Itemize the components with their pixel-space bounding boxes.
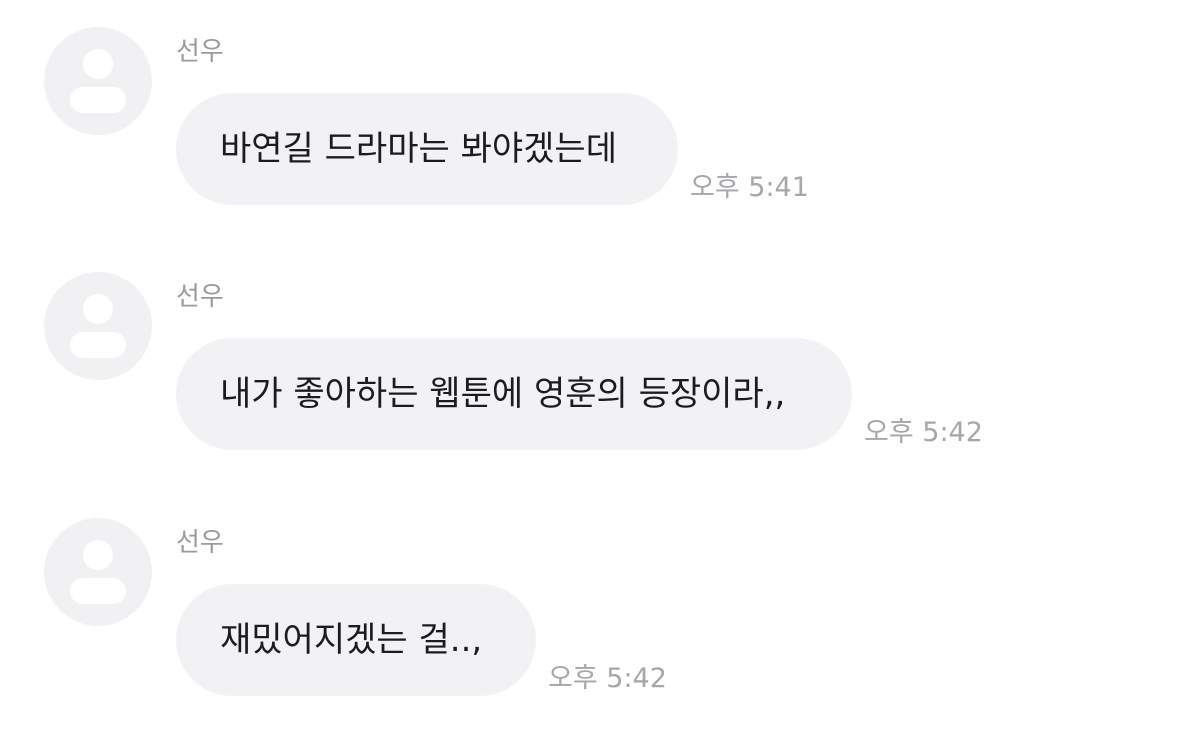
avatar-head-icon: [83, 540, 113, 570]
sender-name: 선우: [176, 528, 224, 558]
sender-name: 선우: [176, 37, 224, 67]
avatar-body-icon: [70, 578, 126, 604]
avatar-body-icon: [70, 332, 126, 358]
message-timestamp: 오후 5:41: [690, 172, 809, 203]
message-text: 재밌어지겠는 걸..,: [220, 620, 483, 660]
message-timestamp: 오후 5:42: [548, 663, 667, 694]
avatar[interactable]: [44, 518, 152, 626]
avatar-head-icon: [83, 294, 113, 324]
message-text: 바연길 드라마는 봐야겠는데: [220, 129, 617, 169]
avatar[interactable]: [44, 272, 152, 380]
message-row: 선우 재밌어지겠는 걸.., 오후 5:42: [0, 518, 1200, 718]
message-row: 선우 바연길 드라마는 봐야겠는데 오후 5:41: [0, 27, 1200, 227]
avatar-head-icon: [83, 49, 113, 79]
avatar[interactable]: [44, 27, 152, 135]
message-row: 선우 내가 좋아하는 웹툰에 영훈의 등장이라,, 오후 5:42: [0, 272, 1200, 472]
sender-name: 선우: [176, 282, 224, 312]
message-timestamp: 오후 5:42: [864, 417, 983, 448]
message-bubble[interactable]: 내가 좋아하는 웹툰에 영훈의 등장이라,,: [176, 338, 852, 450]
avatar-body-icon: [70, 87, 126, 113]
message-bubble[interactable]: 바연길 드라마는 봐야겠는데: [176, 93, 678, 205]
message-bubble[interactable]: 재밌어지겠는 걸..,: [176, 584, 536, 696]
message-text: 내가 좋아하는 웹툰에 영훈의 등장이라,,: [220, 374, 786, 414]
